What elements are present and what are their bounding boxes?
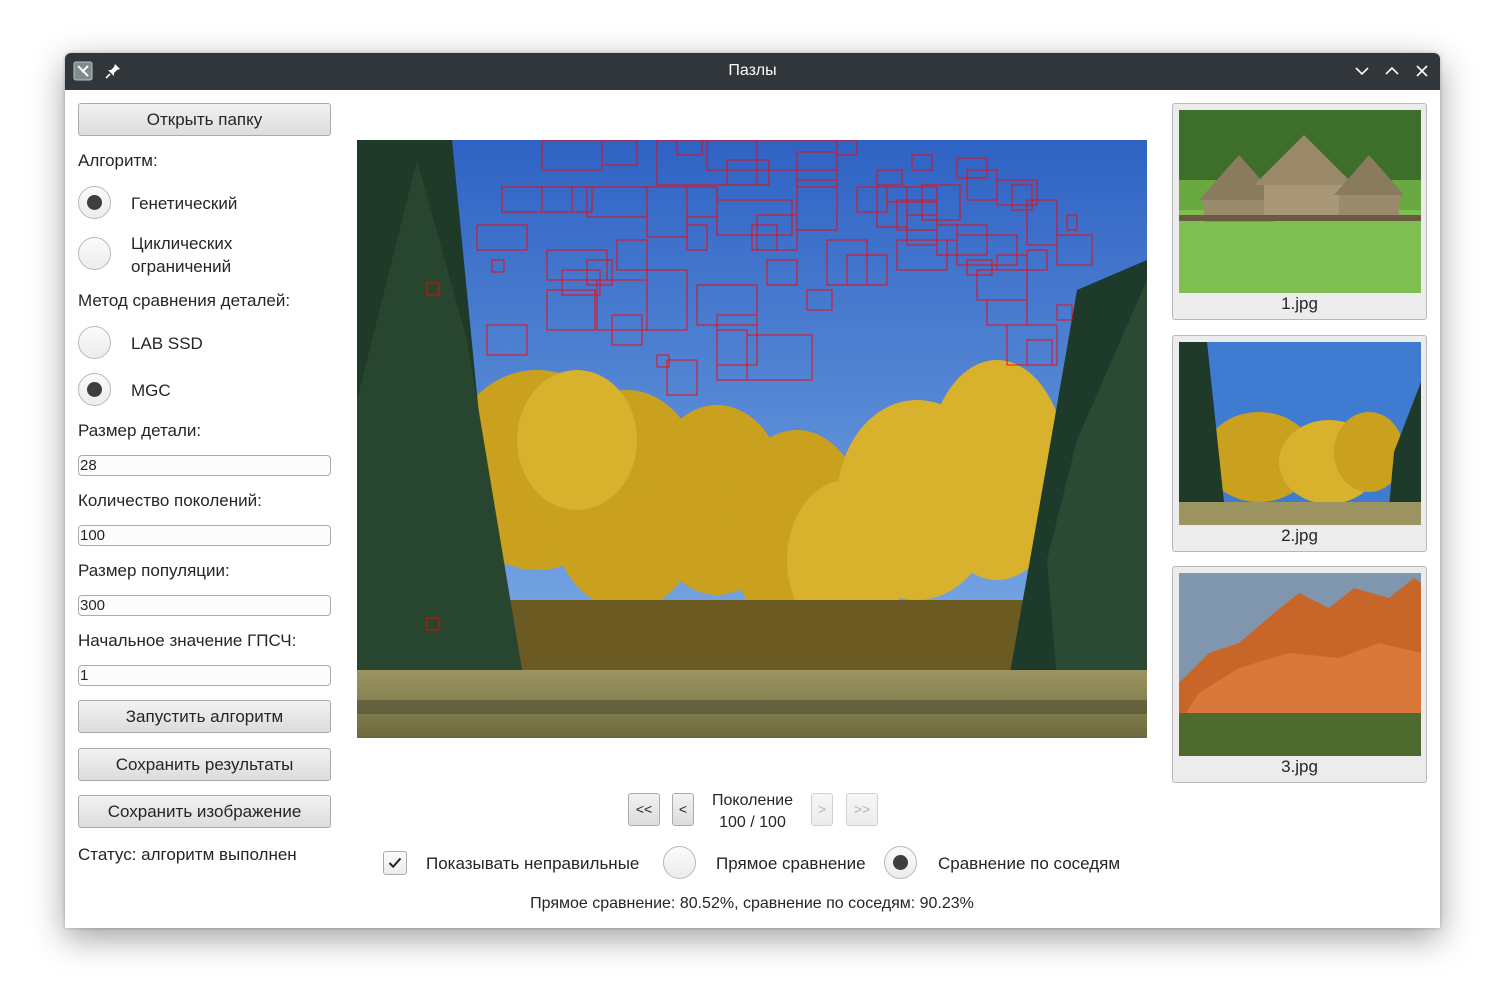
last-generation-button[interactable]: >> — [846, 793, 878, 826]
thumbnail-image-1 — [1179, 110, 1421, 293]
content-area: Открыть папку Алгоритм: Генетический Цик… — [65, 90, 1440, 928]
seed-input[interactable] — [78, 665, 331, 686]
algorithm-cyclic-radio[interactable] — [78, 237, 111, 270]
main-window: Пазлы Открыть папку Алгоритм: Генетическ… — [65, 53, 1440, 928]
algorithm-genetic-radio[interactable] — [78, 186, 111, 219]
method-labssd-radio[interactable] — [78, 326, 111, 359]
thumbnail-3[interactable]: 3.jpg — [1172, 566, 1427, 783]
generation-indicator: Поколение 100 / 100 — [695, 790, 810, 834]
generations-label: Количество поколений: — [78, 491, 262, 510]
generations-input[interactable] — [78, 525, 331, 546]
population-label: Размер популяции: — [78, 561, 230, 580]
method-labssd-label[interactable]: LAB SSD — [131, 332, 203, 355]
algorithm-cyclic-label[interactable]: Циклических ограничений — [131, 232, 281, 278]
comparison-stats: Прямое сравнение: 80.52%, сравнение по с… — [530, 895, 974, 912]
algorithm-genetic-label[interactable]: Генетический — [131, 192, 237, 215]
close-icon[interactable] — [1412, 61, 1432, 81]
save-image-button[interactable]: Сохранить изображение — [78, 795, 331, 828]
next-generation-button[interactable]: > — [811, 793, 833, 826]
method-mgc-radio[interactable] — [78, 373, 111, 406]
generation-label: Поколение — [711, 792, 794, 809]
seed-label: Начальное значение ГПСЧ: — [78, 631, 297, 650]
save-results-button[interactable]: Сохранить результаты — [78, 748, 331, 781]
thumbnail-1[interactable]: 1.jpg — [1172, 103, 1427, 320]
population-input[interactable] — [78, 595, 331, 616]
run-algorithm-button[interactable]: Запустить алгоритм — [78, 700, 331, 733]
prev-generation-button[interactable]: < — [672, 793, 694, 826]
title-bar[interactable]: Пазлы — [65, 53, 1440, 90]
puzzle-result-image — [357, 140, 1147, 738]
method-mgc-label[interactable]: MGC — [131, 379, 171, 402]
thumbnail-caption-2: 2.jpg — [1281, 526, 1318, 545]
thumbnail-image-3 — [1179, 573, 1421, 756]
minimize-icon[interactable] — [1352, 61, 1372, 81]
thumbnail-caption-1: 1.jpg — [1281, 294, 1318, 313]
neighbor-comparison-radio[interactable] — [884, 846, 917, 879]
thumbnail-image-2 — [1179, 342, 1421, 525]
window-title: Пазлы — [728, 62, 777, 79]
method-label: Метод сравнения деталей: — [78, 291, 291, 310]
first-generation-button[interactable]: << — [628, 793, 660, 826]
checkmark-icon — [388, 857, 402, 869]
direct-comparison-label[interactable]: Прямое сравнение — [716, 852, 866, 875]
generation-value: 100 / 100 — [719, 814, 786, 831]
direct-comparison-radio[interactable] — [663, 846, 696, 879]
algorithm-label: Алгоритм: — [78, 151, 158, 170]
show-wrong-checkbox[interactable] — [383, 851, 407, 875]
piece-size-input[interactable] — [78, 455, 331, 476]
show-wrong-label[interactable]: Показывать неправильные — [426, 852, 639, 875]
thumbnail-caption-3: 3.jpg — [1281, 757, 1318, 776]
neighbor-comparison-label[interactable]: Сравнение по соседям — [938, 852, 1120, 875]
open-folder-button[interactable]: Открыть папку — [78, 103, 331, 136]
maximize-icon[interactable] — [1382, 61, 1402, 81]
piece-size-label: Размер детали: — [78, 421, 202, 440]
thumbnail-2[interactable]: 2.jpg — [1172, 335, 1427, 552]
status-text: Статус: алгоритм выполнен — [78, 845, 297, 864]
